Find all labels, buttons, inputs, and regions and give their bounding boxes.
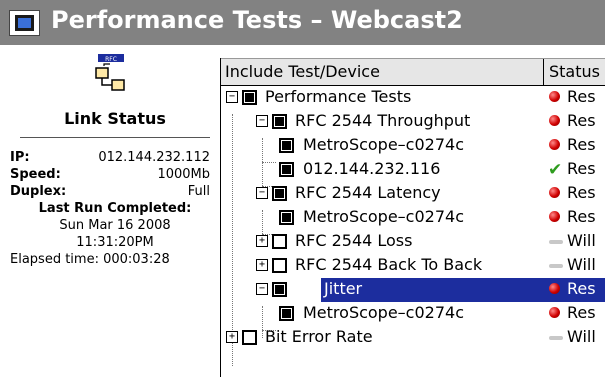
tree-row-device[interactable]: MetroScope–c0274c Res	[221, 134, 605, 158]
tree-row-latency[interactable]: − RFC 2544 Latency Res	[221, 182, 605, 206]
tree-row-label: Jitter	[324, 279, 363, 298]
tree-row-throughput[interactable]: − RFC 2544 Throughput Res	[221, 110, 605, 134]
selection-highlight	[321, 278, 605, 302]
status-text: Res	[567, 87, 596, 106]
title-bar: Performance Tests – Webcast2	[0, 0, 605, 45]
status-text: Will	[567, 231, 596, 250]
include-checkbox[interactable]	[272, 258, 287, 273]
column-header-test[interactable]: Include Test/Device	[225, 62, 380, 81]
include-checkbox[interactable]	[242, 90, 257, 105]
error-status-icon	[549, 283, 560, 294]
expand-toggle[interactable]: +	[226, 331, 238, 343]
status-text: Res	[567, 159, 596, 178]
tree-row-back-to-back[interactable]: + RFC 2544 Back To Back Will	[221, 254, 605, 278]
error-status-icon	[549, 307, 560, 318]
tree-row-label: RFC 2544 Latency	[295, 183, 441, 202]
pending-status-icon	[549, 336, 563, 340]
elapsed-time: Elapsed time: 000:03:28	[10, 252, 170, 267]
grid-header: Include Test/Device Status	[221, 58, 605, 86]
status-text: Res	[567, 111, 596, 130]
pending-status-icon	[549, 240, 563, 244]
tree-row-device[interactable]: MetroScope–c0274c Res	[221, 206, 605, 230]
error-status-icon	[549, 187, 560, 198]
status-text: Res	[567, 279, 596, 298]
tree-row-label: Performance Tests	[265, 87, 412, 106]
status-text: Res	[567, 135, 596, 154]
rfc-badge-text: RFC	[105, 56, 117, 63]
tree-row-device[interactable]: MetroScope–c0274c Res	[221, 302, 605, 326]
include-checkbox[interactable]	[279, 138, 294, 153]
status-text: Will	[567, 255, 596, 274]
test-tree-grid: Include Test/Device Status − Performance…	[220, 58, 605, 377]
tree-row-label: MetroScope–c0274c	[303, 303, 464, 322]
include-checkbox[interactable]	[279, 210, 294, 225]
link-status-title: Link Status	[64, 109, 166, 128]
tree-row-device[interactable]: 012.144.232.116 ✔ Res	[221, 158, 605, 182]
link-devices-icon: RFC	[95, 54, 125, 91]
tree-row-bit-error-rate[interactable]: + Bit Error Rate Will	[221, 326, 605, 350]
speed-label: Speed:	[10, 167, 61, 182]
ip-label: IP:	[10, 150, 30, 165]
pending-status-icon	[549, 264, 563, 268]
collapse-toggle[interactable]: −	[256, 115, 268, 127]
check-status-icon: ✔	[548, 160, 563, 180]
column-header-status[interactable]: Status	[549, 62, 600, 81]
tree-row-label: 012.144.232.116	[303, 159, 441, 178]
tree-row-jitter[interactable]: − Jitter Res	[221, 278, 605, 302]
speed-value: 1000Mb	[157, 167, 210, 182]
tree-row-loss[interactable]: + RFC 2544 Loss Will	[221, 230, 605, 254]
duplex-label: Duplex:	[10, 184, 67, 199]
last-run-date: Sun Mar 16 2008	[59, 218, 171, 233]
window-title: Performance Tests – Webcast2	[51, 6, 463, 34]
expand-toggle[interactable]: +	[256, 235, 268, 247]
include-checkbox[interactable]	[272, 186, 287, 201]
duplex-value: Full	[187, 184, 210, 199]
status-text: Res	[567, 183, 596, 202]
include-checkbox[interactable]	[272, 114, 287, 129]
window-icon[interactable]	[9, 10, 40, 36]
include-checkbox[interactable]	[279, 162, 294, 177]
error-status-icon	[549, 91, 560, 102]
collapse-toggle[interactable]: −	[226, 91, 238, 103]
collapse-toggle[interactable]: −	[256, 187, 268, 199]
collapse-toggle[interactable]: −	[256, 283, 268, 295]
tree-row-label: MetroScope–c0274c	[303, 207, 464, 226]
divider	[20, 137, 210, 138]
error-status-icon	[549, 211, 560, 222]
ip-value: 012.144.232.112	[98, 150, 210, 165]
include-checkbox[interactable]	[279, 306, 294, 321]
expand-toggle[interactable]: +	[256, 259, 268, 271]
tree-row-performance-tests[interactable]: − Performance Tests Res	[221, 86, 605, 110]
include-checkbox[interactable]	[272, 282, 287, 297]
tree-row-label: RFC 2544 Throughput	[295, 111, 471, 130]
tree-row-label: MetroScope–c0274c	[303, 135, 464, 154]
tree-row-label: RFC 2544 Back To Back	[295, 255, 483, 274]
tree-row-label: RFC 2544 Loss	[295, 231, 413, 250]
status-text: Will	[567, 327, 596, 346]
status-text: Res	[567, 207, 596, 226]
include-checkbox[interactable]	[272, 234, 287, 249]
column-separator[interactable]	[543, 59, 544, 85]
error-status-icon	[549, 115, 560, 126]
last-run-time: 11:31:20PM	[76, 235, 154, 250]
tree-row-label: Bit Error Rate	[265, 327, 373, 346]
link-status-panel: RFC Link Status IP: 012.144.232.112 Spee…	[10, 52, 220, 377]
error-status-icon	[549, 139, 560, 150]
include-checkbox[interactable]	[242, 330, 257, 345]
status-text: Res	[567, 303, 596, 322]
last-run-label: Last Run Completed:	[38, 201, 192, 216]
